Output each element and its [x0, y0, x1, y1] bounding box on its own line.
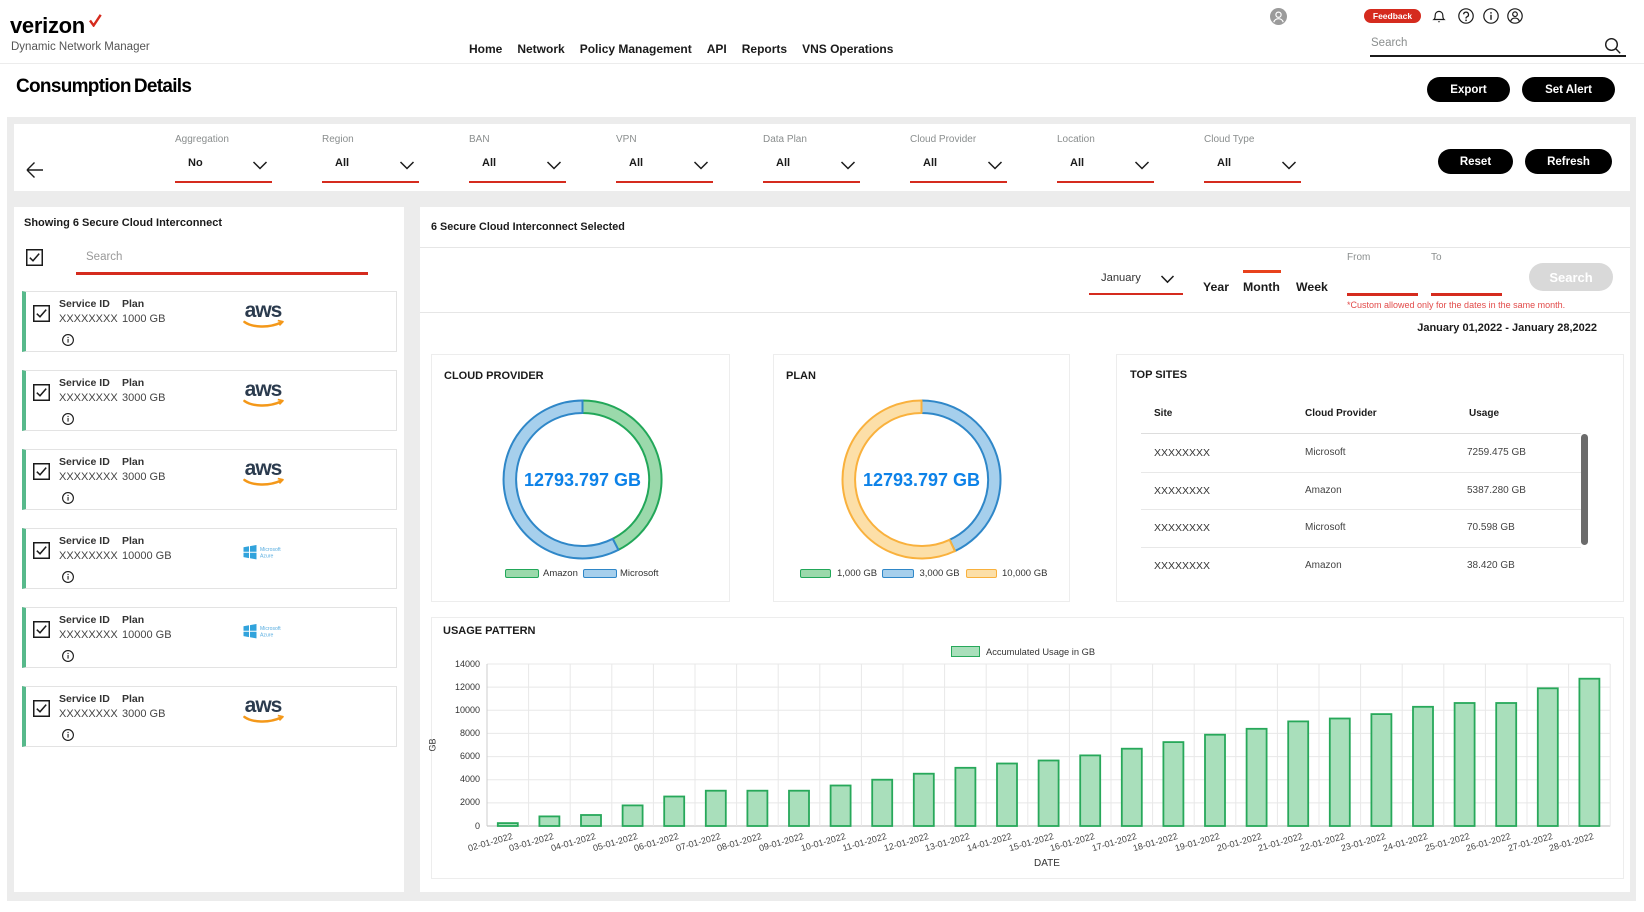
svg-text:aws: aws [245, 302, 282, 322]
svg-text:Microsoft: Microsoft [260, 626, 281, 632]
svg-text:Microsoft: Microsoft [260, 547, 281, 553]
svg-text:Azure: Azure [260, 554, 273, 560]
svg-text:aws: aws [245, 381, 282, 401]
svg-text:aws: aws [245, 460, 282, 480]
svg-text:aws: aws [245, 697, 282, 717]
svg-text:Azure: Azure [260, 633, 273, 639]
